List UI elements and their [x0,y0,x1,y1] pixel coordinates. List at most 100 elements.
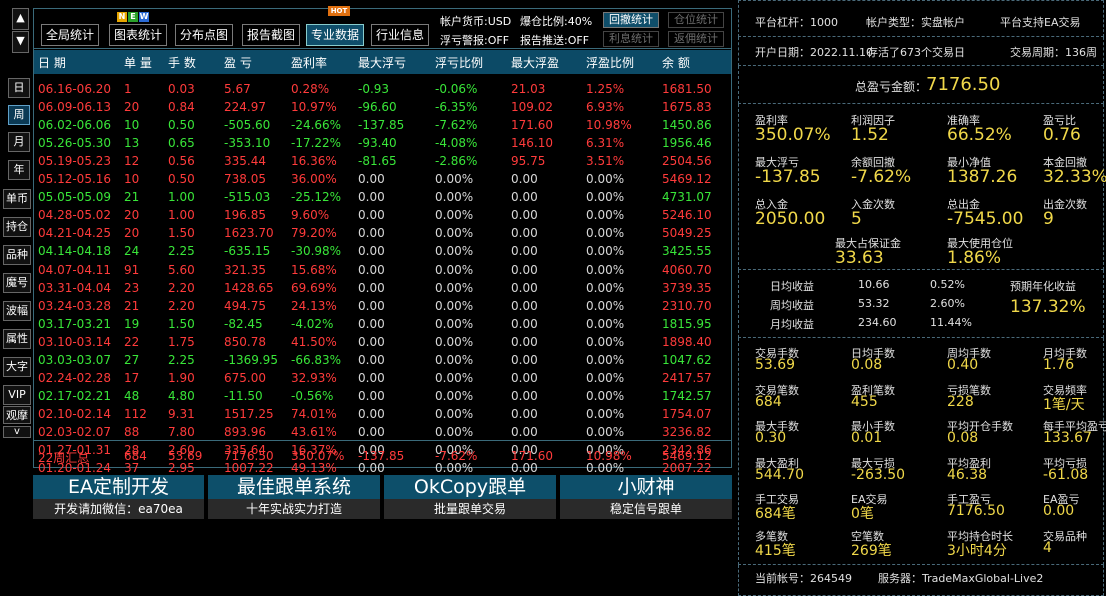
trade-stat-value: -61.08 [1043,466,1089,483]
table-cell: 0.00% [586,226,625,241]
sidebar-item-11[interactable]: VIP [3,385,31,405]
small-button-2[interactable]: 利息统计 [603,31,659,47]
promo-banner-0[interactable]: EA定制开发 [33,475,204,499]
sidebar-item-3[interactable]: 年 [8,160,30,180]
table-cell: 15.68% [291,262,337,277]
table-cell: 2007.22 [662,461,712,476]
table-cell: 05.12-05.16 [38,172,112,187]
table-cell: -93.40 [358,136,397,151]
trade-stat-value: 133.67 [1043,430,1092,446]
table-cell: 2.95 [168,461,195,476]
table-cell: 0.56 [168,154,195,169]
server-name: 服务器：TradeMaxGlobal-Live2 [878,572,1044,585]
table-cell: 0.00% [435,352,474,367]
table-cell: -4.08% [435,136,478,151]
small-button-3[interactable]: 返佣统计 [668,31,724,47]
table-cell: 0.00 [511,316,538,331]
toolbar-button-1[interactable]: 图表统计 [109,24,167,46]
column-header: 盈利率 [291,56,328,70]
table-cell: 1.25% [586,82,625,96]
table-cell: 19 [124,316,140,331]
small-button-1[interactable]: 仓位统计 [668,12,724,28]
table-cell: 5.60 [168,262,195,277]
table-cell: 196.85 [224,208,266,223]
more-chevron-button[interactable]: v [3,426,31,438]
column-header: 余 额 [662,56,690,70]
promo-banner-1[interactable]: 最佳跟单系统 [208,475,380,499]
table-cell: 1450.86 [662,118,712,133]
table-cell: 0.00% [586,316,625,331]
table-cell: 03.31-04.04 [38,280,112,295]
table-cell: 0.00% [586,388,625,403]
trade-stat-value: 1笔/天 [1043,396,1085,413]
stat-value: 350.07% [755,125,831,145]
table-cell: 37 [124,461,140,476]
table-cell: 13 [124,136,140,151]
trade-stat-value: 684笔 [755,506,796,522]
trade-stat-value: 269笔 [851,542,892,559]
table-cell: 3236.82 [662,424,712,439]
sidebar-item-5[interactable]: 持仓 [3,217,31,237]
table-cell: 1675.83 [662,100,712,115]
table-cell: -82.45 [224,316,263,331]
table-cell: 1047.62 [662,352,712,367]
table-cell: -0.56% [291,388,334,403]
table-cell: 0.00% [435,424,474,439]
sidebar-item-4[interactable]: 单币 [3,189,31,209]
table-cell: 0.84 [168,100,195,115]
stat-value: -137.85 [755,167,821,187]
table-cell: 0.00% [435,208,474,223]
sidebar-item-7[interactable]: 魔号 [3,273,31,293]
table-cell: 0.00% [435,406,474,421]
sidebar-item-12[interactable]: 观摩 [3,406,31,424]
sidebar-item-0[interactable]: 日 [8,78,30,98]
table-cell: 0.00% [586,244,625,259]
sidebar-item-1[interactable]: 周 [8,105,30,125]
small-button-0[interactable]: 回撤统计 [603,12,659,28]
table-cell: 10.97% [291,100,337,115]
table-cell: 0.00% [586,280,625,295]
table-cell: 04.14-04.18 [38,244,112,259]
table-cell: 0.00 [511,388,538,403]
table-cell: 27 [124,352,140,367]
column-header: 浮盈比例 [586,56,635,70]
sidebar-item-8[interactable]: 波幅 [3,301,31,321]
sidebar-item-9[interactable]: 属性 [3,329,31,349]
sidebar-item-10[interactable]: 大字 [3,357,31,377]
hot-badge: HOT [328,6,350,16]
table-cell: 0.00 [511,461,538,476]
promo-banner-2[interactable]: OkCopy跟单 [384,475,556,499]
toolbar-button-3[interactable]: 报告截图 [242,24,300,46]
toolbar-button-0[interactable]: 全局统计 [41,24,99,46]
summary-cell: -137.85 [358,449,405,463]
table-cell: 49.13% [291,461,337,476]
table-cell: 109.02 [511,100,553,115]
promo-banner-3[interactable]: 小财神 [560,475,732,499]
ea-support: 平台支持EA交易 [1000,16,1081,29]
table-cell: 0.00 [358,424,385,439]
annual-return-value: 137.32% [1010,297,1086,317]
scroll-up-button[interactable]: ▲ [12,8,29,30]
stat-value: 9 [1043,209,1054,229]
table-cell: 5049.25 [662,226,712,241]
toolbar-button-5[interactable]: 行业信息 [371,24,429,46]
sidebar-item-2[interactable]: 月 [8,132,30,152]
table-cell: -24.66% [291,118,342,133]
platform-leverage: 平台杠杆：1000 [755,16,838,29]
table-cell: 10 [124,172,140,187]
scroll-down-button[interactable]: ▼ [12,31,29,53]
table-cell: 0.50 [168,118,195,133]
table-cell: 21.03 [511,82,546,96]
table-cell: 02.17-02.21 [38,388,112,403]
sidebar-item-6[interactable]: 品种 [3,245,31,265]
toolbar-button-2[interactable]: 分布点图 [175,24,233,46]
trade-stat-value: 228 [947,393,974,410]
table-cell: 224.97 [224,100,266,115]
toolbar-button-4[interactable]: 专业数据 [306,24,364,46]
table-cell: 9.60% [291,208,330,223]
table-cell: -2.86% [435,154,478,169]
table-cell: 0.00% [435,262,474,277]
table-cell: 20 [124,226,140,241]
table-cell: 0.00% [435,280,474,295]
table-cell: 171.60 [511,118,553,133]
